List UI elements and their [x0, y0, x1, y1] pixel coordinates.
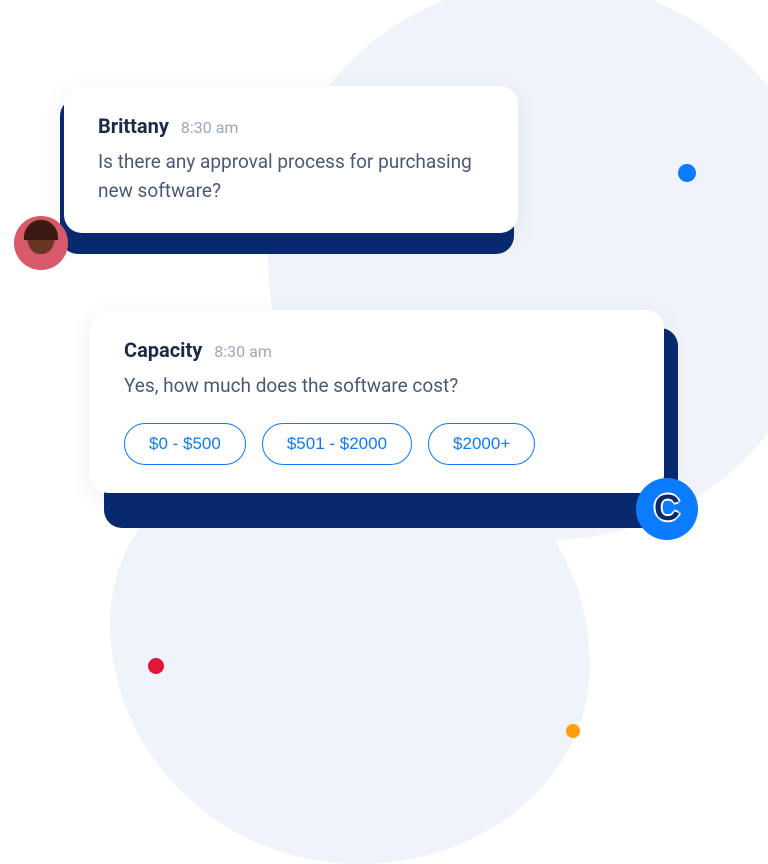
message-text: Is there any approval process for purcha… [98, 148, 484, 205]
bot-avatar: C [636, 478, 698, 540]
option-button-range-1[interactable]: $0 - $500 [124, 423, 246, 465]
user-avatar [14, 216, 68, 270]
message-time: 8:30 am [214, 342, 272, 361]
sender-name: Capacity [124, 338, 202, 362]
message-header: Brittany 8:30 am [98, 114, 484, 138]
sender-name: Brittany [98, 114, 169, 138]
capacity-logo-icon: C [654, 487, 680, 529]
decorative-dot-orange [566, 724, 580, 738]
decorative-dot-blue [678, 164, 696, 182]
decorative-dot-red [148, 658, 164, 674]
message-header: Capacity 8:30 am [124, 338, 630, 362]
option-button-range-3[interactable]: $2000+ [428, 423, 535, 465]
message-card-bot: Capacity 8:30 am Yes, how much does the … [90, 310, 664, 493]
quick-reply-options: $0 - $500 $501 - $2000 $2000+ [124, 423, 630, 465]
message-text: Yes, how much does the software cost? [124, 372, 630, 401]
message-card-user: Brittany 8:30 am Is there any approval p… [64, 86, 518, 233]
option-button-range-2[interactable]: $501 - $2000 [262, 423, 412, 465]
message-time: 8:30 am [181, 118, 239, 137]
